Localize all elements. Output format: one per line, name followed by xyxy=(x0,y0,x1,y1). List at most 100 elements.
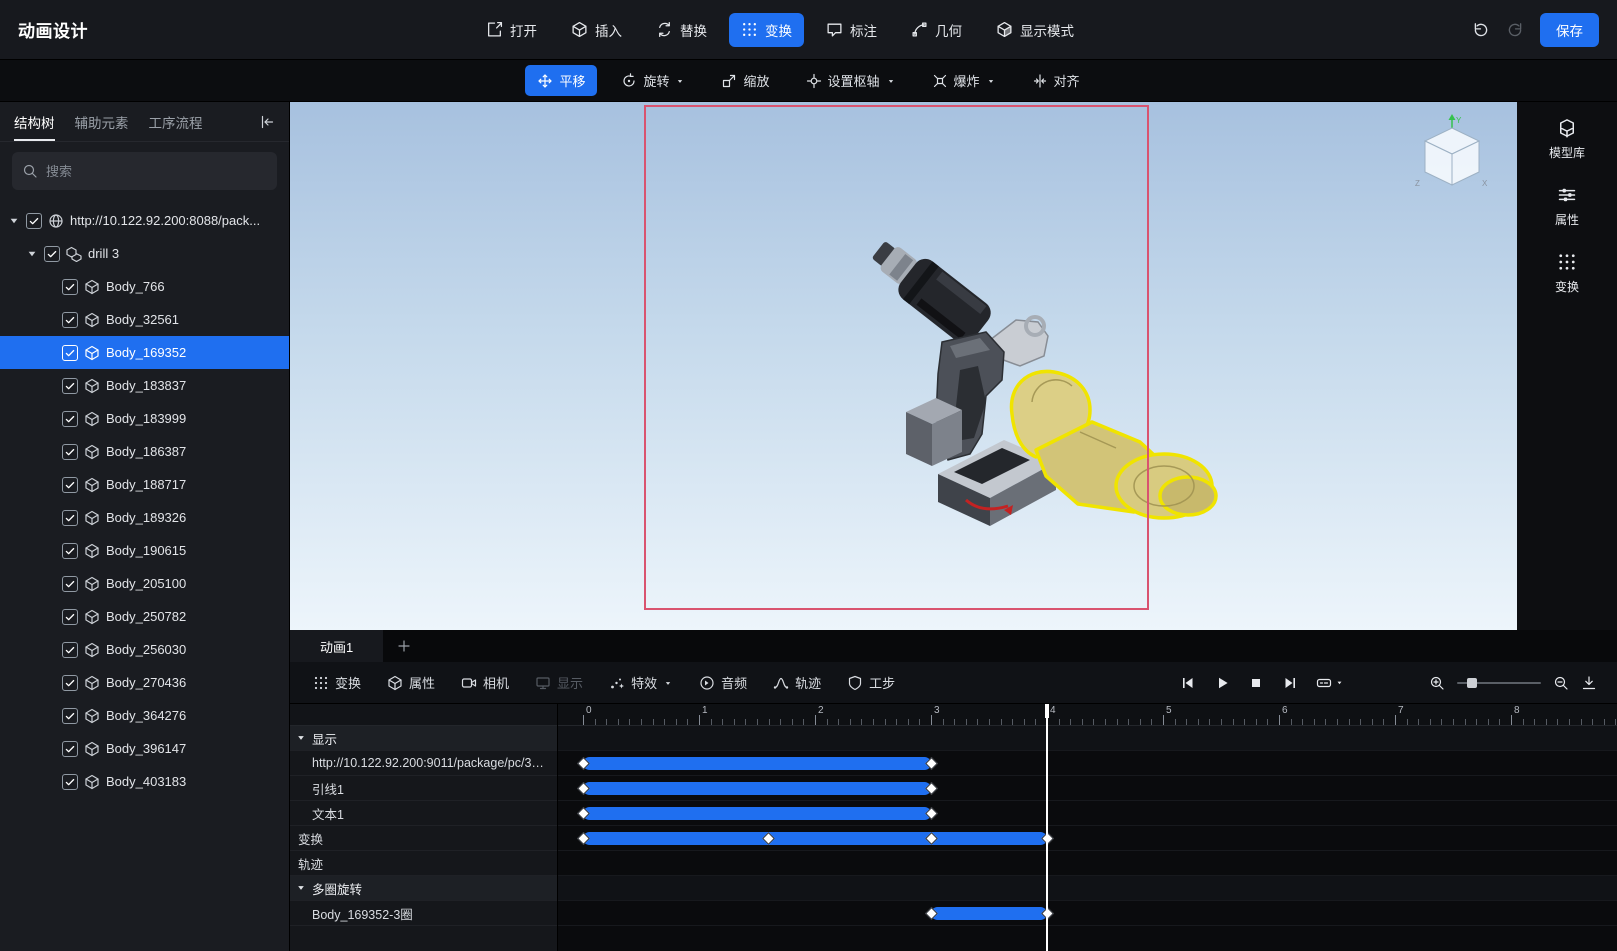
tree-node-body-403183[interactable]: Body_403183 xyxy=(0,765,289,798)
timeline-bar[interactable] xyxy=(583,782,931,795)
prev-frame-button[interactable] xyxy=(1180,675,1196,691)
search-input[interactable] xyxy=(46,164,267,179)
visibility-checkbox[interactable] xyxy=(62,279,78,295)
visibility-checkbox[interactable] xyxy=(62,609,78,625)
collapse-toggle[interactable] xyxy=(296,883,306,893)
visibility-checkbox[interactable] xyxy=(62,345,78,361)
timeline-bar[interactable] xyxy=(583,757,931,770)
stop-button[interactable] xyxy=(1248,675,1264,691)
visibility-checkbox[interactable] xyxy=(44,246,60,262)
tree-node-body-396147[interactable]: Body_396147 xyxy=(0,732,289,765)
redo-button[interactable] xyxy=(1506,21,1524,39)
visibility-checkbox[interactable] xyxy=(62,576,78,592)
tool-align-button[interactable]: 对齐 xyxy=(1020,65,1092,96)
tool-rotate-button[interactable]: 旋转 xyxy=(609,65,697,96)
menu-display-mode-button[interactable]: 显示模式 xyxy=(984,13,1086,47)
view-navigation-cube[interactable]: Y Z X xyxy=(1410,112,1494,196)
rail-properties-button[interactable]: 属性 xyxy=(1555,185,1579,228)
tree-node-body-256030[interactable]: Body_256030 xyxy=(0,633,289,666)
track-label-multi-rotation-group[interactable]: 多圈旋转 xyxy=(290,876,557,901)
track-label-leader-1[interactable]: 引线1 xyxy=(290,776,557,801)
timeline-bar[interactable] xyxy=(583,832,1047,845)
zoom-in-button[interactable] xyxy=(1429,675,1445,691)
visibility-checkbox[interactable] xyxy=(62,510,78,526)
tree-node-body-183837[interactable]: Body_183837 xyxy=(0,369,289,402)
tab-structure-tree[interactable]: 结构树 xyxy=(14,102,55,141)
timeline-tool-trajectory-button[interactable]: 轨迹 xyxy=(760,662,834,703)
track-label-display-group[interactable]: 显示 xyxy=(290,726,557,751)
tree-node-body-183999[interactable]: Body_183999 xyxy=(0,402,289,435)
timeline-zoom-slider[interactable] xyxy=(1457,676,1541,690)
expand-toggle[interactable] xyxy=(26,248,38,260)
visibility-checkbox[interactable] xyxy=(62,708,78,724)
undo-button[interactable] xyxy=(1472,21,1490,39)
collapse-toggle[interactable] xyxy=(296,733,306,743)
timeline-tool-transform-button[interactable]: 变换 xyxy=(300,662,374,703)
tree-node-body-169352[interactable]: Body_169352 xyxy=(0,336,289,369)
menu-open-button[interactable]: 打开 xyxy=(474,13,549,47)
visibility-checkbox[interactable] xyxy=(62,741,78,757)
tool-explode-button[interactable]: 爆炸 xyxy=(920,65,1008,96)
tree-node-body-766[interactable]: Body_766 xyxy=(0,270,289,303)
timeline-tool-effects-button[interactable]: 特效 xyxy=(596,662,686,703)
menu-annotate-button[interactable]: 标注 xyxy=(814,13,889,47)
expand-toggle[interactable] xyxy=(8,215,20,227)
visibility-checkbox[interactable] xyxy=(62,477,78,493)
timeline-tool-properties-button[interactable]: 属性 xyxy=(374,662,448,703)
tree-node-body-186387[interactable]: Body_186387 xyxy=(0,435,289,468)
track-label-transform[interactable]: 变换 xyxy=(290,826,557,851)
track-lane-multi-rotation-group[interactable] xyxy=(558,876,1617,901)
track-label-text-1[interactable]: 文本1 xyxy=(290,801,557,826)
track-label-body-169352-3turns[interactable]: Body_169352-3圈 xyxy=(290,901,557,926)
menu-geometry-button[interactable]: 几何 xyxy=(899,13,974,47)
tree-node-body-250782[interactable]: Body_250782 xyxy=(0,600,289,633)
visibility-checkbox[interactable] xyxy=(62,378,78,394)
menu-insert-button[interactable]: 插入 xyxy=(559,13,634,47)
tree-node-body-188717[interactable]: Body_188717 xyxy=(0,468,289,501)
save-button[interactable]: 保存 xyxy=(1540,13,1599,47)
track-lane-trajectory[interactable] xyxy=(558,851,1617,876)
track-lane-leader-1[interactable] xyxy=(558,776,1617,801)
timeline-bar[interactable] xyxy=(931,907,1047,920)
tree-node-body-205100[interactable]: Body_205100 xyxy=(0,567,289,600)
visibility-checkbox[interactable] xyxy=(62,675,78,691)
visibility-checkbox[interactable] xyxy=(62,312,78,328)
visibility-checkbox[interactable] xyxy=(62,543,78,559)
visibility-checkbox[interactable] xyxy=(62,774,78,790)
menu-replace-button[interactable]: 替换 xyxy=(644,13,719,47)
tab-aux-elements[interactable]: 辅助元素 xyxy=(75,102,129,141)
track-lane-display-url[interactable] xyxy=(558,751,1617,776)
visibility-checkbox[interactable] xyxy=(62,642,78,658)
timeline-tool-camera-button[interactable]: 相机 xyxy=(448,662,522,703)
track-lane-body-169352-3turns[interactable] xyxy=(558,901,1617,926)
track-lane-transform[interactable] xyxy=(558,826,1617,851)
slider-thumb[interactable] xyxy=(1467,678,1477,688)
timeline-ruler[interactable]: 012345678 xyxy=(558,704,1617,726)
tree-node-drill-3[interactable]: drill 3 xyxy=(0,237,289,270)
tree-node-body-32561[interactable]: Body_32561 xyxy=(0,303,289,336)
timeline-canvas[interactable]: 012345678 xyxy=(558,704,1617,951)
tab-process-flow[interactable]: 工序流程 xyxy=(149,102,203,141)
track-label-display-url[interactable]: http://10.122.92.200:9011/package/pc/3dc… xyxy=(290,751,557,776)
rail-transform-button[interactable]: 变换 xyxy=(1555,252,1579,295)
tool-translate-button[interactable]: 平移 xyxy=(525,65,597,96)
menu-transform-button[interactable]: 变换 xyxy=(729,13,804,47)
animation-tab-animation-1[interactable]: 动画1 xyxy=(290,630,383,662)
tool-pivot-button[interactable]: 设置枢轴 xyxy=(794,65,908,96)
timeline-bar[interactable] xyxy=(583,807,931,820)
visibility-checkbox[interactable] xyxy=(26,213,42,229)
tree-node-body-364276[interactable]: Body_364276 xyxy=(0,699,289,732)
track-label-trajectory[interactable]: 轨迹 xyxy=(290,851,557,876)
timeline-tool-display-button[interactable]: 显示 xyxy=(522,662,596,703)
tree-node-root-package[interactable]: http://10.122.92.200:8088/pack... xyxy=(0,204,289,237)
timeline-tool-step-button[interactable]: 工步 xyxy=(834,662,908,703)
add-animation-button[interactable] xyxy=(383,630,425,662)
tree-node-body-270436[interactable]: Body_270436 xyxy=(0,666,289,699)
play-button[interactable] xyxy=(1214,675,1230,691)
track-lane-display-group[interactable] xyxy=(558,726,1617,751)
visibility-checkbox[interactable] xyxy=(62,444,78,460)
export-button[interactable] xyxy=(1581,675,1597,691)
playback-speed-dropdown[interactable] xyxy=(1316,675,1344,691)
zoom-out-button[interactable] xyxy=(1553,675,1569,691)
tree-node-body-190615[interactable]: Body_190615 xyxy=(0,534,289,567)
